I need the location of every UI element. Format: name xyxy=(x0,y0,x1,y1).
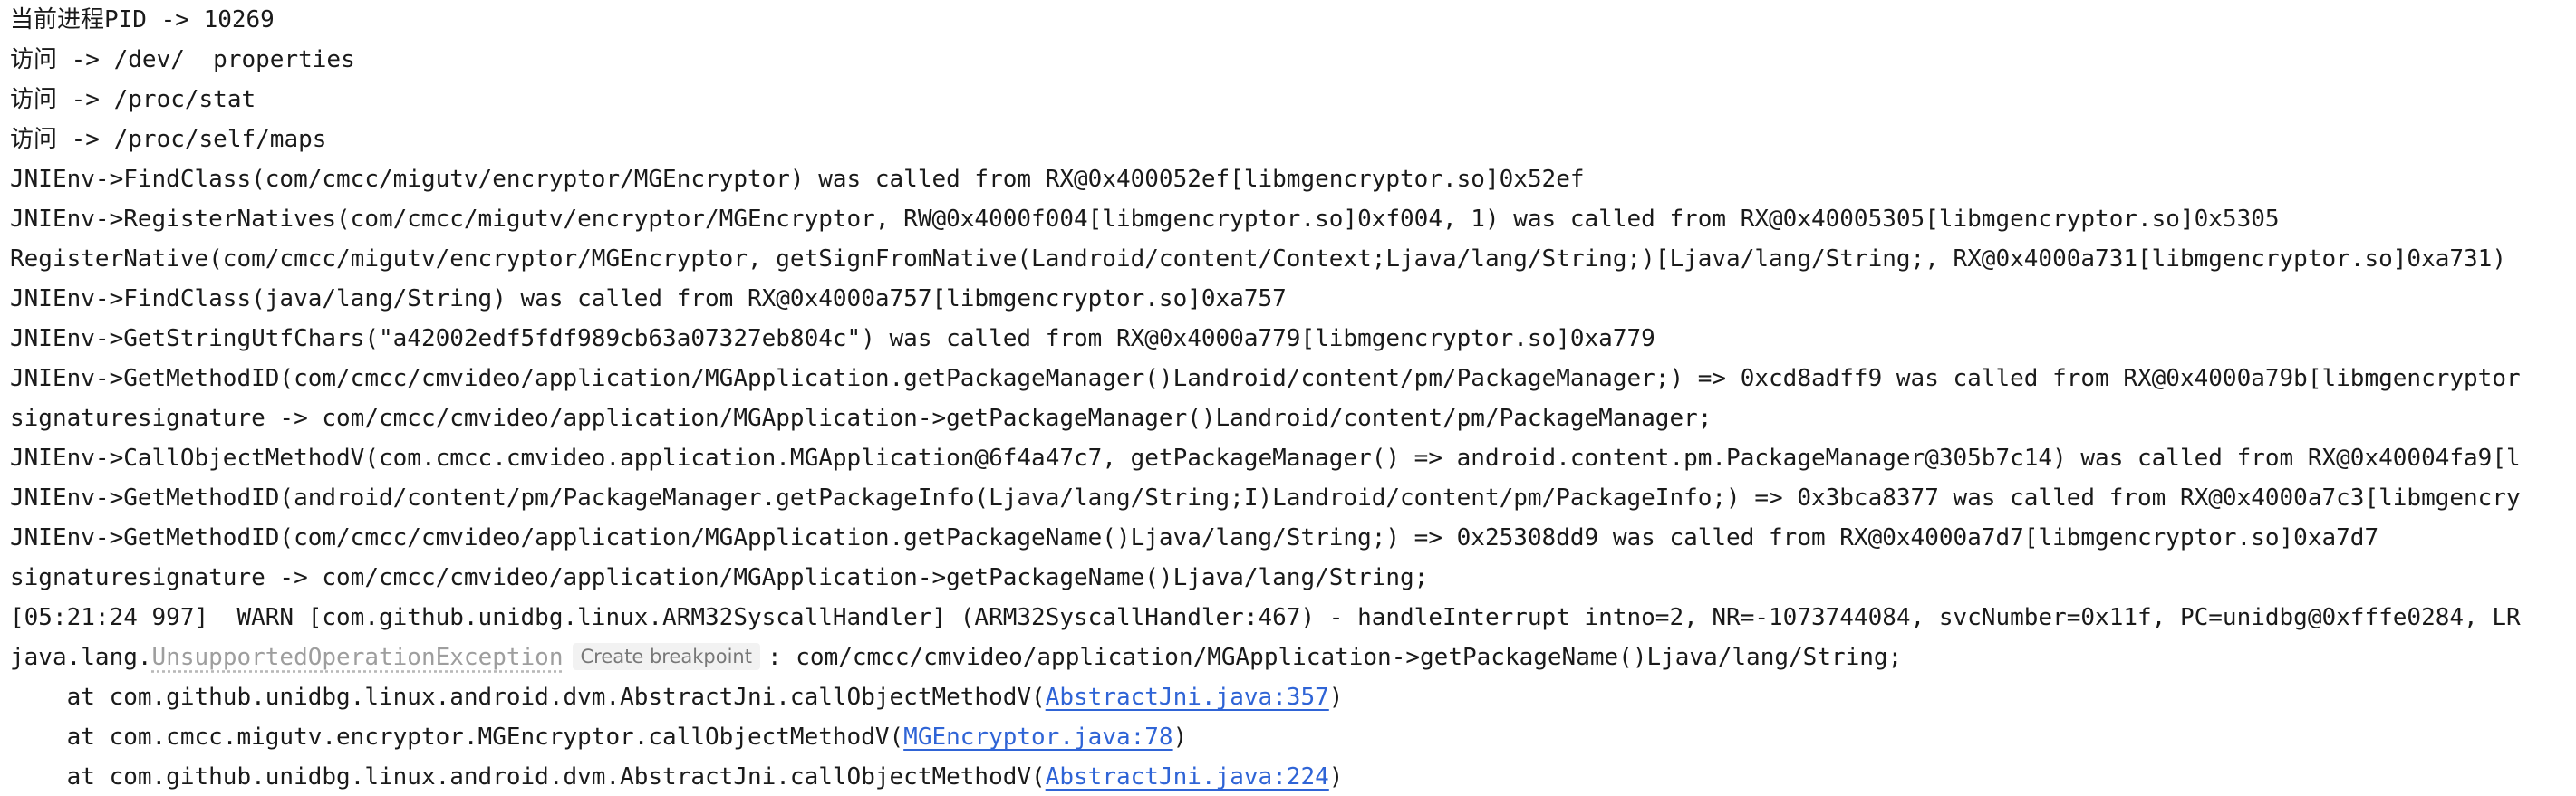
exception-line: java.lang.UnsupportedOperationException C… xyxy=(10,638,2576,677)
stack-frame: at com.github.unidbg.linux.android.dvm.A… xyxy=(10,757,2576,796)
log-line: 访问 -> /dev/__properties__ xyxy=(10,46,384,73)
log-line: 访问 -> /proc/stat xyxy=(10,86,256,113)
stack-frame-text: at com.cmcc.migutv.encryptor.MGEncryptor… xyxy=(10,724,904,751)
log-line: signaturesignature -> com/cmcc/cmvideo/a… xyxy=(10,564,1429,591)
log-line: JNIEnv->FindClass(com/cmcc/migutv/encryp… xyxy=(10,166,1585,193)
log-line: JNIEnv->GetMethodID(com/cmcc/cmvideo/app… xyxy=(10,365,2521,392)
console-output[interactable]: 当前进程PID -> 10269 访问 -> /dev/__properties… xyxy=(10,0,2576,796)
log-line: JNIEnv->GetMethodID(android/content/pm/P… xyxy=(10,484,2521,512)
stack-frame-suffix: ) xyxy=(1328,684,1344,711)
stack-frame: at com.github.unidbg.linux.android.dvm.A… xyxy=(10,677,2576,717)
stack-frame-text: at com.github.unidbg.linux.android.dvm.A… xyxy=(10,684,1046,711)
stack-frame-suffix: ) xyxy=(1328,763,1344,791)
log-line: JNIEnv->FindClass(java/lang/String) was … xyxy=(10,285,1287,312)
warn-log-line: [05:21:24 997] WARN [com.github.unidbg.l… xyxy=(10,604,2521,631)
log-line: 访问 -> /proc/self/maps xyxy=(10,126,327,153)
exception-name[interactable]: UnsupportedOperationException xyxy=(152,644,564,671)
stack-frame-text: at com.github.unidbg.linux.android.dvm.A… xyxy=(10,763,1046,791)
log-line: RegisterNative(com/cmcc/migutv/encryptor… xyxy=(10,245,2506,273)
log-line: JNIEnv->GetStringUtfChars("a42002edf5fdf… xyxy=(10,325,1655,352)
log-line: JNIEnv->RegisterNatives(com/cmcc/migutv/… xyxy=(10,206,2280,233)
source-link[interactable]: AbstractJni.java:357 xyxy=(1046,684,1329,711)
log-line: JNIEnv->GetMethodID(com/cmcc/cmvideo/app… xyxy=(10,524,2379,551)
exception-message: : com/cmcc/cmvideo/application/MGApplica… xyxy=(767,644,1903,671)
stack-frame: at com.cmcc.migutv.encryptor.MGEncryptor… xyxy=(10,717,2576,757)
stack-frame-suffix: ) xyxy=(1172,724,1188,751)
log-line: signaturesignature -> com/cmcc/cmvideo/a… xyxy=(10,405,1713,432)
source-link[interactable]: AbstractJni.java:224 xyxy=(1046,763,1329,791)
create-breakpoint-button[interactable]: Create breakpoint xyxy=(572,643,760,670)
source-link[interactable]: MGEncryptor.java:78 xyxy=(903,724,1172,751)
log-line: JNIEnv->CallObjectMethodV(com.cmcc.cmvid… xyxy=(10,445,2521,472)
exception-prefix: java.lang. xyxy=(10,644,152,671)
log-line: 当前进程PID -> 10269 xyxy=(10,6,275,34)
